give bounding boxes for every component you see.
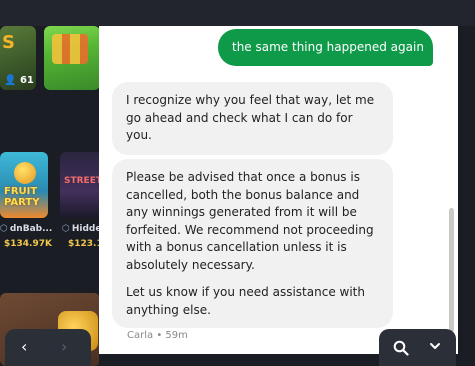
game-tile[interactable]: [44, 26, 100, 90]
carousel-nav: ‹ ›: [5, 329, 91, 366]
message-text: Please be advised that once a bonus is c…: [126, 170, 374, 272]
agent-message: I recognize why you feel that way, let m…: [112, 82, 393, 155]
message-time: 59m: [165, 330, 188, 341]
game-logo: FRUIT PARTY: [4, 186, 40, 208]
search-icon[interactable]: [393, 340, 409, 360]
agent-message: Please be advised that once a bonus is c…: [112, 159, 393, 328]
message-text: I recognize why you feel that way, let m…: [126, 93, 375, 142]
agent-name: Carla: [127, 330, 154, 341]
player-count: 👤 61: [4, 75, 34, 86]
user-message: the same thing happened again: [218, 29, 433, 66]
provider-icon: ⬡: [0, 224, 8, 234]
game-jackpot-amount: $134.97K: [4, 239, 52, 249]
chat-scrollbar[interactable]: [449, 208, 454, 332]
game-tile-logo: S: [2, 32, 15, 53]
game-logo: STREET: [64, 176, 102, 186]
chevron-down-icon[interactable]: [429, 340, 441, 356]
top-bar: [0, 0, 475, 26]
chevron-left-icon[interactable]: ‹: [21, 337, 27, 357]
game-name[interactable]: ⬡ Hidde: [62, 224, 101, 234]
chevron-right-icon[interactable]: ›: [61, 337, 67, 357]
game-card-fruit-party[interactable]: FRUIT PARTY: [0, 152, 48, 218]
provider-icon: ⬡: [62, 224, 70, 234]
message-meta: Carla • 59m: [127, 330, 188, 341]
meta-separator: •: [156, 330, 163, 341]
game-name[interactable]: ⬡ dnBab...: [0, 224, 52, 234]
game-tile-art: [52, 34, 88, 64]
scroll-track: [458, 26, 475, 354]
person-icon: 👤: [4, 75, 17, 86]
game-card-street[interactable]: STREET: [60, 152, 102, 218]
chat-toolbar: [379, 329, 456, 366]
message-text: Let us know if you need assistance with …: [126, 285, 365, 317]
game-tile[interactable]: S 👤 61: [0, 26, 36, 90]
game-art: [14, 162, 36, 184]
